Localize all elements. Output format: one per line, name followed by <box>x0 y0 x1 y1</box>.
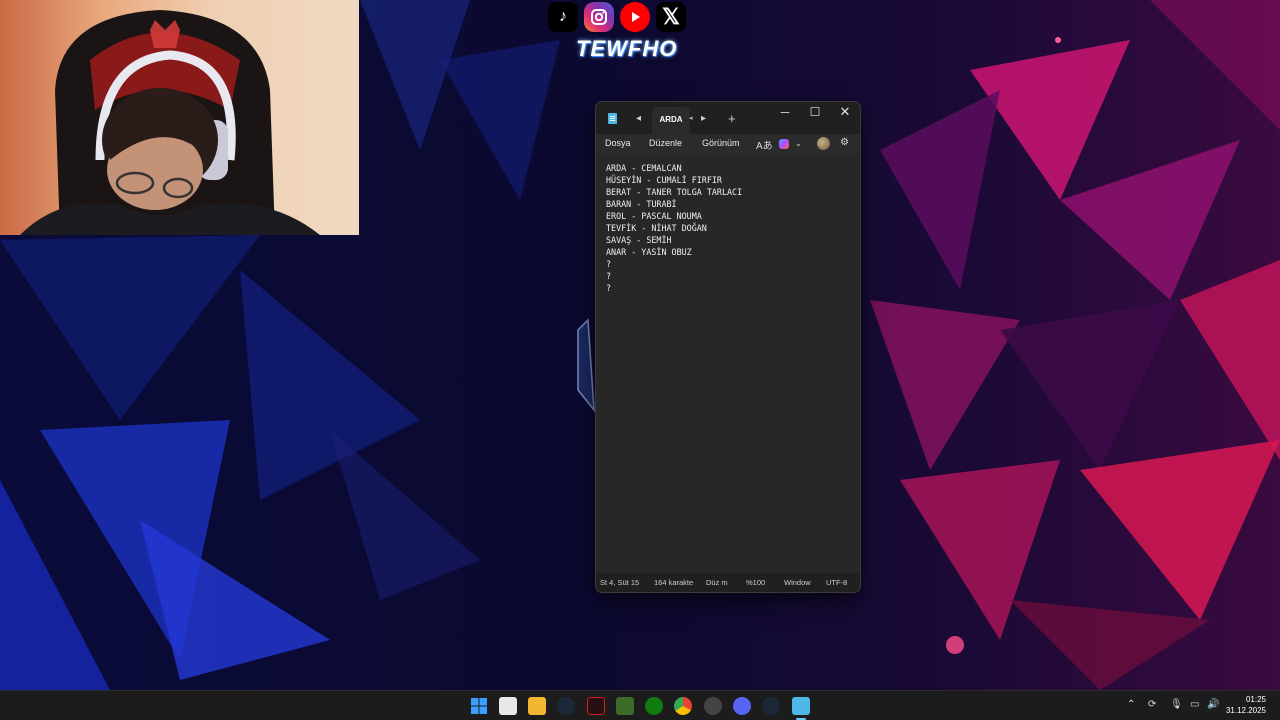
editor-line: SAVAŞ - SEMİH <box>606 235 672 245</box>
title-bar[interactable]: ◂ ARDA ◂ ▸ + ─ ☐ ✕ <box>596 102 860 134</box>
font-icon[interactable]: Aあ <box>756 137 773 152</box>
youtube-icon <box>620 2 650 32</box>
menu-edit[interactable]: Düzenle <box>649 138 682 148</box>
instagram-icon <box>584 2 614 32</box>
editor-line: ? <box>606 283 612 293</box>
text-editor[interactable]: ARDA - CEMALCAN HÜSEYİN - CUMALİ FIRFIR BE… <box>596 154 860 573</box>
clock[interactable]: 01:25 31.12.2025 <box>1226 694 1266 716</box>
status-zoom[interactable]: %100 <box>746 578 765 587</box>
steam-icon[interactable] <box>557 697 575 715</box>
steam-icon-2[interactable] <box>762 697 780 715</box>
notepad-window: ◂ ARDA ◂ ▸ + ─ ☐ ✕ Dosya Düzenle Görünüm… <box>595 101 861 593</box>
network-icon[interactable]: ▭ <box>1190 699 1199 710</box>
minecraft-icon[interactable] <box>616 697 634 715</box>
tray-chevron-up-icon[interactable]: ⌃ <box>1127 699 1135 710</box>
editor-line: BARAN - TURABİ <box>606 199 677 209</box>
microphone-icon[interactable]: 🎙 <box>1170 699 1183 710</box>
x-icon: 𝕏 <box>656 2 686 32</box>
status-bar: St 4, Süt 15 164 karakte Düz m %100 Wind… <box>596 573 860 592</box>
settings-gear-icon[interactable]: ⚙ <box>840 137 849 148</box>
editor-line: ANAR - YASİN OBUZ <box>606 247 692 257</box>
status-char-count: 164 karakte <box>654 578 694 587</box>
editor-line: ? <box>606 271 612 281</box>
sync-icon[interactable]: ⟳ <box>1148 699 1156 710</box>
obs-icon[interactable] <box>704 697 722 715</box>
minimize-button[interactable]: ─ <box>770 102 800 122</box>
account-avatar[interactable] <box>817 137 830 150</box>
chevron-down-icon[interactable]: ⌄ <box>795 139 802 148</box>
editor-line: EROL - PASCAL NOUMA <box>606 211 702 221</box>
maximize-button[interactable]: ☐ <box>800 102 830 122</box>
editor-line: ARDA - CEMALCAN <box>606 163 682 173</box>
widgets-icon[interactable] <box>499 697 517 715</box>
clock-date: 31.12.2025 <box>1225 706 1266 715</box>
close-button[interactable]: ✕ <box>830 102 860 122</box>
start-button[interactable] <box>470 697 488 715</box>
chrome-icon[interactable] <box>674 697 692 715</box>
tab-arda[interactable]: ARDA <box>652 107 690 134</box>
clock-time: 01:25 <box>1245 695 1266 704</box>
social-links: ♪ 𝕏 <box>548 2 686 32</box>
file-explorer-icon[interactable] <box>528 697 546 715</box>
tab-close-icon[interactable]: ◂ <box>689 114 693 122</box>
volume-icon[interactable]: 🔊 <box>1207 699 1219 710</box>
new-tab-button[interactable]: + <box>728 111 736 126</box>
menu-bar: Dosya Düzenle Görünüm Aあ ⌄ ⚙ <box>596 134 860 154</box>
channel-name: TEWFHO <box>576 36 678 61</box>
editor-line: HÜSEYİN - CUMALİ FIRFIR <box>606 175 722 185</box>
webcam-overlay <box>0 0 359 235</box>
notepad-taskbar-icon[interactable] <box>792 697 810 720</box>
status-encoding[interactable]: UTF-8 <box>826 578 847 587</box>
tiktok-icon: ♪ <box>548 2 578 32</box>
menu-file[interactable]: Dosya <box>605 138 631 148</box>
copilot-icon[interactable] <box>779 139 789 149</box>
editor-line: TEVFİK - NİHAT DOĞAN <box>606 223 707 233</box>
tab-scroll-left-icon[interactable]: ◂ <box>636 113 641 124</box>
status-line-ending[interactable]: Window <box>784 578 811 587</box>
taskbar: ⌃ ⟳ 🎙 ▭ 🔊 01:25 31.12.2025 <box>0 690 1280 720</box>
status-mode: Düz m <box>706 578 728 587</box>
status-position: St 4, Süt 15 <box>600 578 640 587</box>
tab-scroll-right-icon[interactable]: ▸ <box>701 113 706 124</box>
xbox-icon[interactable] <box>645 697 663 715</box>
editor-line: ? <box>606 259 612 269</box>
discord-icon[interactable] <box>733 697 751 715</box>
valorant-icon[interactable] <box>587 697 605 715</box>
notepad-app-icon <box>608 113 617 124</box>
menu-view[interactable]: Görünüm <box>702 138 740 148</box>
editor-line: BERAT - TANER TOLGA TARLACI <box>606 187 743 197</box>
